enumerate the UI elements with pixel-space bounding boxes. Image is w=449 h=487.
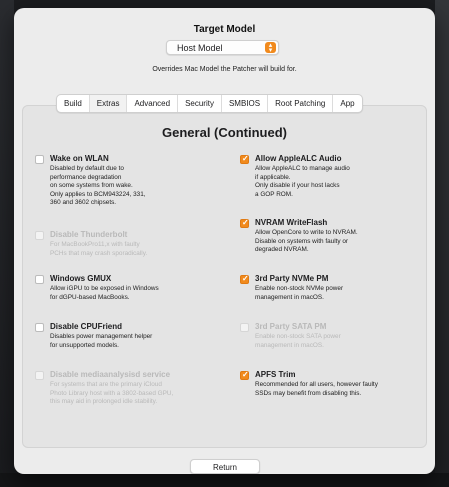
- model-popup-value: Host Model: [177, 43, 223, 53]
- description-line: For systems that are the primary iCloud: [50, 381, 162, 388]
- description-line: Only disable if your host lacks: [255, 182, 340, 190]
- description-line: on some systems from wake.: [50, 182, 133, 190]
- checkbox: [240, 323, 249, 332]
- desktop-left-edge: [0, 0, 14, 487]
- option-description: Allow OpenCore to write to NVRAM. Disable…: [255, 229, 358, 255]
- model-popup[interactable]: Host Model ▴ ▾: [166, 40, 279, 55]
- option-label: 3rd Party SATA PM: [255, 322, 327, 331]
- option-description: For MacBookPro11,x with faulty PCHs that …: [50, 241, 147, 258]
- description-line: Disable on systems with faulty or: [255, 237, 349, 245]
- checkbox[interactable]: [240, 218, 249, 228]
- checkbox[interactable]: [35, 323, 44, 332]
- tab-app[interactable]: App: [333, 95, 361, 112]
- description-line: degraded NVRAM.: [255, 246, 309, 254]
- option-description: Recommended for all users, however fault…: [255, 381, 378, 398]
- description-line: a GOP ROM.: [255, 190, 293, 198]
- chevron-updown-icon: ▴ ▾: [265, 42, 276, 54]
- description-line: for dGPU-based MacBooks.: [50, 293, 130, 301]
- settings-window: Target Model Host Model ▴ ▾ Overrides Mac…: [14, 8, 435, 474]
- description-line: Allow AppleALC to manage audio: [255, 165, 350, 172]
- option-label[interactable]: Disable CPUFriend: [50, 322, 122, 331]
- description-line: for unsupported models.: [50, 341, 119, 349]
- section-title: General (Continued): [162, 125, 287, 140]
- tab-bar: Build Extras Advanced Security SMBIOS Root Pa…: [56, 94, 363, 113]
- description-line: management in macOS.: [255, 341, 324, 349]
- description-line: this may aid in prolonged idle stability…: [50, 398, 158, 406]
- tab-advanced[interactable]: Advanced: [127, 95, 179, 112]
- description-line: Disabled by default due to: [50, 165, 124, 172]
- tab-extras[interactable]: Extras: [89, 95, 128, 112]
- description-line: For MacBookPro11,x with faulty: [50, 241, 140, 248]
- description-line: management in macOS.: [255, 293, 324, 301]
- tab-root-patching[interactable]: Root Patching: [268, 95, 334, 112]
- desktop-right-edge: [435, 0, 449, 487]
- description-line: Photo Library host with a 3802-based GPU…: [50, 389, 174, 397]
- description-line: Recommended for all users, however fault…: [255, 381, 378, 388]
- description-line: Enable non-stock SATA power: [255, 333, 341, 340]
- checkbox: [35, 231, 44, 240]
- checkbox[interactable]: [240, 154, 249, 164]
- description-line: performance degradation: [50, 173, 122, 181]
- option-description: Allow iGPU to be exposed in Windows for d…: [50, 285, 159, 302]
- checkbox[interactable]: [240, 370, 249, 380]
- description-line: Allow iGPU to be exposed in Windows: [50, 285, 159, 292]
- description-line: PCHs that may crash sporadically.: [50, 249, 148, 257]
- description-line: 360 and 3602 chipsets.: [50, 199, 117, 207]
- description-line: Only applies to BCM943224, 331,: [50, 190, 146, 198]
- tab-security[interactable]: Security: [178, 95, 222, 112]
- option-label[interactable]: APFS Trim: [255, 370, 295, 379]
- option-description: Enable non-stock SATA power management in…: [255, 333, 341, 350]
- option-description: Disables power management helper for unsu…: [50, 333, 152, 350]
- model-subtitle: Overrides Mac Model the Patcher will bui…: [152, 66, 297, 73]
- checkbox: [35, 371, 44, 380]
- tab-build[interactable]: Build: [57, 95, 90, 112]
- checkbox[interactable]: [35, 155, 44, 164]
- option-description: For systems that are the primary iCloud P…: [50, 381, 173, 407]
- return-button[interactable]: Return: [190, 459, 260, 474]
- tab-smbios[interactable]: SMBIOS: [222, 95, 269, 112]
- option-description: Allow AppleALC to manage audio if applica…: [255, 165, 350, 199]
- description-line: Enable non-stock NVMe power: [255, 285, 344, 292]
- option-label[interactable]: Allow AppleALC Audio: [255, 154, 342, 163]
- checkbox[interactable]: [240, 274, 249, 284]
- option-label[interactable]: Windows GMUX: [50, 274, 111, 283]
- option-label: Disable Thunderbolt: [50, 230, 128, 239]
- option-label[interactable]: 3rd Party NVMe PM: [255, 274, 328, 283]
- option-description: Enable non-stock NVMe power management in…: [255, 285, 343, 302]
- option-label[interactable]: NVRAM WriteFlash: [255, 218, 327, 227]
- description-line: Allow OpenCore to write to NVRAM.: [255, 229, 358, 236]
- checkbox[interactable]: [35, 275, 44, 284]
- description-line: if applicable.: [255, 173, 291, 181]
- option-description: Disabled by default due to performance de…: [50, 165, 146, 208]
- description-line: SSDs may benefit from disabling this.: [255, 389, 362, 397]
- dock-strip: [0, 473, 449, 487]
- target-model-title: Target Model: [193, 24, 256, 35]
- description-line: Disables power management helper: [50, 333, 153, 340]
- option-label[interactable]: Wake on WLAN: [50, 154, 109, 163]
- option-label: Disable mediaanalysisd service: [50, 370, 171, 379]
